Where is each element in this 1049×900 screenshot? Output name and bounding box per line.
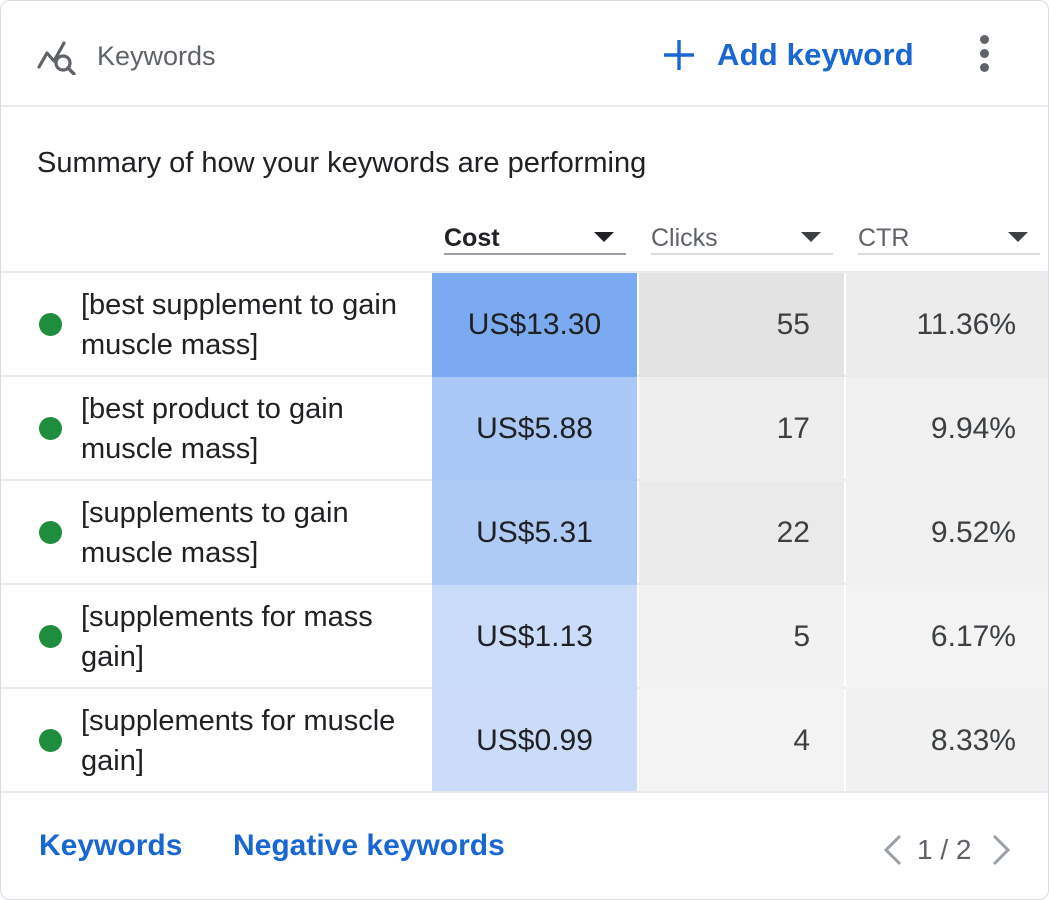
- cost-column-select[interactable]: Cost: [444, 219, 626, 255]
- plus-icon: [664, 40, 694, 70]
- ctr-cell: 9.94%: [846, 377, 1048, 481]
- keyword-text[interactable]: [supplements for mass gain]: [81, 597, 421, 677]
- add-keyword-label: Add keyword: [717, 37, 914, 72]
- keywords-card: Keywords Add keyword Summary of how your…: [0, 0, 1049, 900]
- more-options-icon[interactable]: [969, 35, 999, 75]
- ctr-cell: 9.52%: [846, 481, 1048, 585]
- keyword-text[interactable]: [supplements for muscle gain]: [81, 701, 421, 781]
- clicks-column-label: Clicks: [651, 224, 718, 252]
- clicks-cell: 4: [639, 689, 844, 793]
- ctr-cell: 11.36%: [846, 273, 1048, 377]
- summary-text: Summary of how your keywords are perform…: [37, 147, 647, 179]
- clicks-cell: 55: [639, 273, 844, 377]
- negative-keywords-link[interactable]: Negative keywords: [233, 829, 505, 863]
- ctr-cell: 6.17%: [846, 585, 1048, 689]
- cost-cell: US$13.30: [432, 273, 637, 377]
- dropdown-arrow-icon: [801, 232, 821, 242]
- table-row[interactable]: [best supplement to gain muscle mass] US…: [1, 273, 1048, 377]
- add-keyword-button[interactable]: Add keyword: [661, 31, 914, 79]
- dropdown-arrow-icon: [1008, 232, 1028, 242]
- dropdown-arrow-icon: [594, 232, 614, 242]
- chevron-left-icon[interactable]: [881, 833, 905, 867]
- cost-column-label: Cost: [444, 224, 500, 252]
- cost-cell: US$5.88: [432, 377, 637, 481]
- pagination-text: 1 / 2: [917, 834, 972, 865]
- status-enabled-icon: [39, 313, 62, 336]
- chevron-right-icon[interactable]: [989, 833, 1013, 867]
- table-row[interactable]: [supplements for mass gain] US$1.13 5 6.…: [1, 585, 1048, 689]
- clicks-cell: 5: [639, 585, 844, 689]
- keyword-search-icon: [37, 41, 76, 75]
- cost-cell: US$0.99: [432, 689, 637, 793]
- ctr-cell: 8.33%: [846, 689, 1048, 793]
- clicks-cell: 17: [639, 377, 844, 481]
- table-row[interactable]: [supplements to gain muscle mass] US$5.3…: [1, 481, 1048, 585]
- clicks-column-select[interactable]: Clicks: [651, 219, 833, 255]
- card-title: Keywords: [97, 41, 216, 71]
- status-enabled-icon: [39, 625, 62, 648]
- table-row[interactable]: [best product to gain muscle mass] US$5.…: [1, 377, 1048, 481]
- status-enabled-icon: [39, 521, 62, 544]
- status-enabled-icon: [39, 417, 62, 440]
- cost-cell: US$1.13: [432, 585, 637, 689]
- card-header: Keywords Add keyword: [1, 1, 1048, 107]
- status-enabled-icon: [39, 729, 62, 752]
- table-row[interactable]: [supplements for muscle gain] US$0.99 4 …: [1, 689, 1048, 793]
- keywords-link[interactable]: Keywords: [39, 829, 182, 863]
- card-footer: Keywords Negative keywords 1 / 2: [1, 791, 1048, 899]
- keyword-text[interactable]: [best supplement to gain muscle mass]: [81, 285, 421, 365]
- keyword-text[interactable]: [best product to gain muscle mass]: [81, 389, 421, 469]
- cost-cell: US$5.31: [432, 481, 637, 585]
- ctr-column-select[interactable]: CTR: [858, 219, 1040, 255]
- clicks-cell: 22: [639, 481, 844, 585]
- keyword-text[interactable]: [supplements to gain muscle mass]: [81, 493, 421, 573]
- ctr-column-label: CTR: [858, 224, 910, 252]
- keywords-table: [best supplement to gain muscle mass] US…: [1, 271, 1048, 793]
